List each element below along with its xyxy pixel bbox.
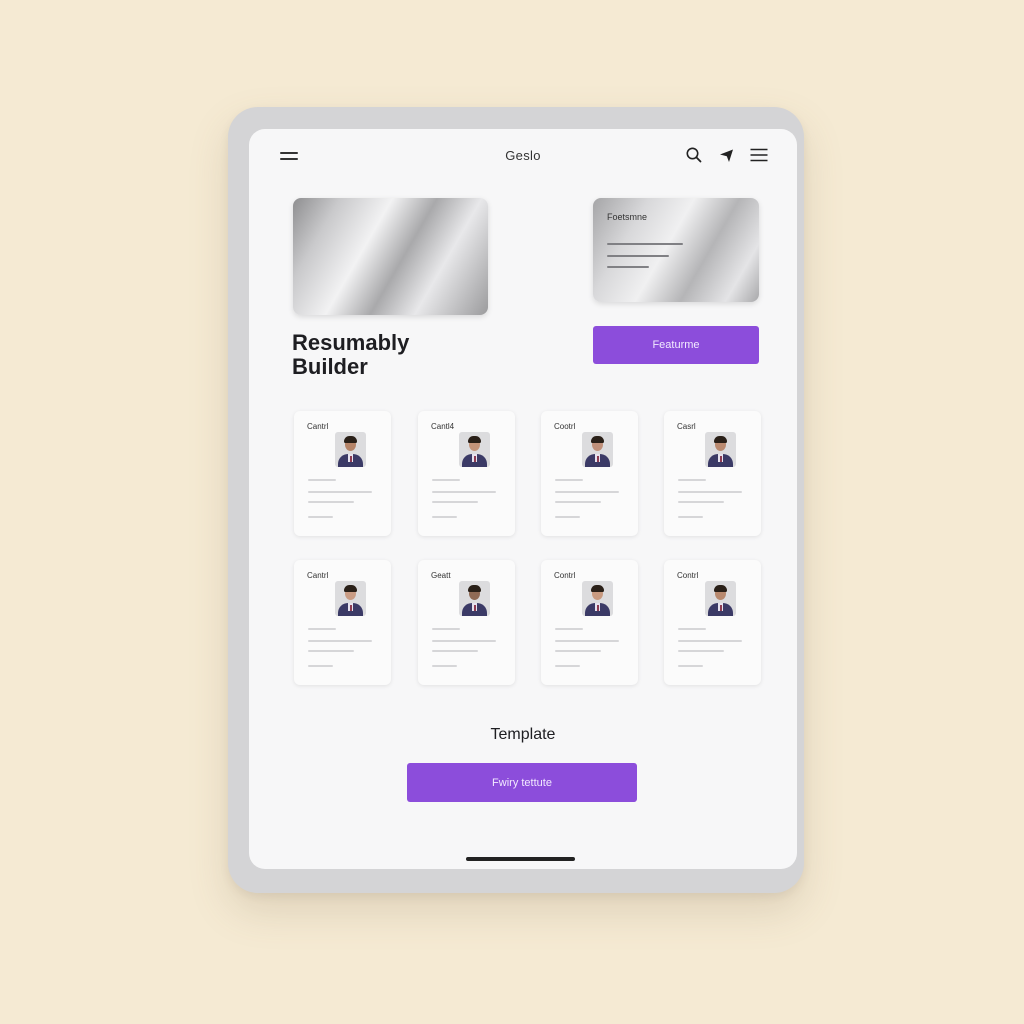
text-placeholder-line (678, 479, 706, 481)
tablet-frame: Geslo Foetsmne Resumably Builder Featurm… (228, 107, 804, 893)
hero-image (293, 198, 488, 315)
template-card-title: Geatt (431, 571, 451, 580)
text-placeholder-line (555, 516, 580, 518)
template-card[interactable]: Contrl (664, 560, 761, 685)
text-placeholder-line (607, 243, 683, 245)
text-placeholder-line (308, 479, 336, 481)
text-placeholder-line (678, 501, 724, 503)
text-placeholder-line (555, 628, 583, 630)
text-placeholder-line (432, 491, 496, 493)
feature-button[interactable]: Featurme (593, 326, 759, 364)
template-card-title: Cantrl (307, 422, 329, 431)
text-placeholder-line (678, 650, 724, 652)
text-placeholder-line (308, 650, 354, 652)
menu-icon[interactable] (749, 145, 769, 165)
text-placeholder-line (607, 255, 669, 257)
text-placeholder-line (607, 266, 649, 268)
text-placeholder-line (432, 516, 457, 518)
template-card[interactable]: Cantrl (294, 560, 391, 685)
text-placeholder-line (432, 665, 457, 667)
avatar (335, 432, 366, 467)
avatar (459, 581, 490, 616)
text-placeholder-line (308, 516, 333, 518)
app-title: Geslo (505, 148, 541, 163)
text-placeholder-line (308, 628, 336, 630)
text-placeholder-line (678, 491, 742, 493)
text-placeholder-line (678, 640, 742, 642)
top-bar: Geslo (249, 129, 797, 185)
template-card[interactable]: Cootrl (541, 411, 638, 536)
template-card[interactable]: Geatt (418, 560, 515, 685)
template-card-title: Casrl (677, 422, 696, 431)
text-placeholder-line (308, 665, 333, 667)
text-placeholder-line (678, 516, 703, 518)
text-placeholder-line (432, 479, 460, 481)
feature-card[interactable]: Foetsmne (593, 198, 759, 302)
text-placeholder-line (308, 491, 372, 493)
feature-card-title: Foetsmne (607, 212, 648, 222)
text-placeholder-line (555, 640, 619, 642)
text-placeholder-line (678, 665, 703, 667)
section-title: Template (490, 726, 556, 743)
text-placeholder-line (432, 650, 478, 652)
hero-title: Resumably Builder (292, 330, 410, 379)
app-screen: Geslo Foetsmne Resumably Builder Featurm… (249, 129, 797, 869)
send-icon[interactable] (717, 145, 737, 165)
template-card[interactable]: Cantl4 (418, 411, 515, 536)
avatar (705, 432, 736, 467)
text-placeholder-line (678, 628, 706, 630)
text-placeholder-line (432, 501, 478, 503)
text-placeholder-line (432, 640, 496, 642)
template-card-title: Contrl (554, 571, 576, 580)
avatar (582, 581, 613, 616)
template-card[interactable]: Contrl (541, 560, 638, 685)
template-card[interactable]: Casrl (664, 411, 761, 536)
text-placeholder-line (555, 479, 583, 481)
template-card-title: Cantrl (307, 571, 329, 580)
text-placeholder-line (308, 640, 372, 642)
text-placeholder-line (432, 628, 460, 630)
text-placeholder-line (555, 665, 580, 667)
template-card-title: Cantl4 (431, 422, 455, 431)
template-card-title: Contrl (677, 571, 699, 580)
template-card-title: Cootrl (554, 422, 576, 431)
cta-button[interactable]: Fwiry tettute (407, 763, 637, 802)
avatar (582, 432, 613, 467)
home-indicator (466, 857, 575, 861)
avatar (705, 581, 736, 616)
text-placeholder-line (555, 650, 601, 652)
template-card[interactable]: Cantrl (294, 411, 391, 536)
text-placeholder-line (308, 501, 354, 503)
avatar (335, 581, 366, 616)
text-placeholder-line (555, 491, 619, 493)
search-icon[interactable] (684, 145, 704, 165)
text-placeholder-line (555, 501, 601, 503)
avatar (459, 432, 490, 467)
